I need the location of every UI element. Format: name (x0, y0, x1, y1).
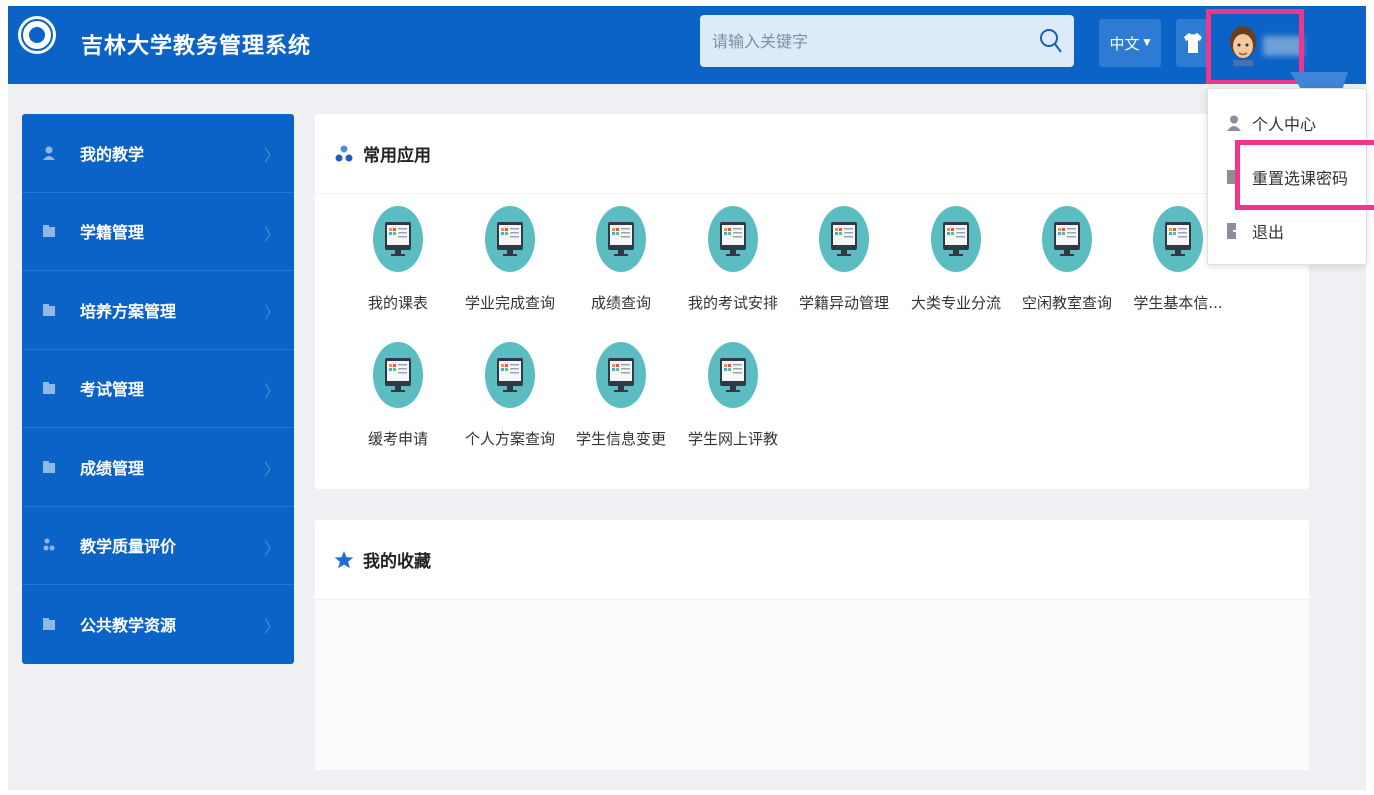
sidebar-item-label: 教学质量评价 (80, 537, 177, 557)
sidebar-item-status[interactable]: 学籍管理 〉 (22, 193, 294, 271)
computer-screen-icon (373, 342, 423, 408)
app-label: 成绩查询 (590, 294, 651, 312)
computer-screen-icon (596, 206, 646, 272)
app-label: 学生基本信... (1133, 294, 1223, 312)
menu-item-label: 退出 (1252, 223, 1285, 242)
app-label: 我的课表 (367, 294, 428, 312)
computer-screen-icon (1153, 206, 1203, 272)
app-label: 个人方案查询 (464, 430, 555, 448)
sidebar-item-exam[interactable]: 考试管理 〉 (22, 350, 294, 428)
favorites-panel: 我的收藏 (315, 520, 1309, 770)
computer-screen-icon (708, 342, 758, 408)
app-item[interactable]: 缓考申请 (343, 342, 453, 449)
app-item[interactable]: 个人方案查询 (455, 342, 565, 449)
logout-icon (1226, 222, 1242, 240)
menu-item-profile[interactable]: 个人中心 (1226, 111, 1316, 135)
chevron-right-icon: 〉 (263, 381, 280, 401)
sidebar-item-evaluation[interactable]: 教学质量评价 〉 (22, 507, 294, 585)
menu-item-label: 个人中心 (1252, 115, 1317, 134)
search-box (700, 15, 1074, 67)
favorites-title: 我的收藏 (363, 552, 431, 572)
computer-screen-icon (485, 342, 535, 408)
app-label: 大类专业分流 (910, 294, 1001, 312)
folder-icon (42, 303, 56, 317)
app-item[interactable]: 学业完成查询 (455, 206, 565, 313)
computer-screen-icon (373, 206, 423, 272)
sidebar-nav: 我的教学 〉 学籍管理 〉 培养方案管理 〉 考试管理 〉 成绩管理 〉 教学质… (22, 114, 294, 664)
user-icon (42, 146, 56, 160)
favorites-body (315, 600, 1309, 770)
menu-item-logout[interactable]: 退出 (1226, 219, 1284, 243)
sidebar-item-label: 学籍管理 (80, 223, 145, 243)
app-item[interactable]: 空闲教室查询 (1012, 206, 1122, 313)
sidebar-item-label: 考试管理 (80, 380, 145, 400)
sidebar-item-resources[interactable]: 公共教学资源 〉 (22, 585, 294, 664)
shirt-icon (1184, 33, 1202, 53)
sidebar-item-label: 我的教学 (80, 144, 145, 164)
computer-screen-icon (1042, 206, 1092, 272)
language-switch-button[interactable]: 中文 ▼ (1099, 19, 1161, 67)
app-item[interactable]: 大类专业分流 (901, 206, 1011, 313)
app-label: 学生信息变更 (575, 430, 666, 448)
app-item[interactable]: 我的课表 (343, 206, 453, 313)
computer-screen-icon (931, 206, 981, 272)
app-label: 学籍异动管理 (798, 294, 889, 312)
folder-icon (42, 460, 56, 474)
common-apps-header: 常用应用 (315, 114, 1309, 194)
language-label: 中文 (1109, 34, 1140, 53)
star-icon (333, 549, 355, 571)
university-logo (18, 16, 56, 54)
search-icon[interactable] (1038, 27, 1064, 55)
app-label: 空闲教室查询 (1021, 294, 1112, 312)
computer-screen-icon (596, 342, 646, 408)
user-icon (1226, 114, 1242, 132)
caret-down-icon: ▼ (1143, 38, 1151, 48)
reset-password-highlight-box (1235, 140, 1374, 210)
favorites-header: 我的收藏 (315, 520, 1309, 600)
chevron-right-icon: 〉 (263, 146, 280, 165)
chevron-right-icon: 〉 (263, 538, 280, 558)
sidebar-item-grades[interactable]: 成绩管理 〉 (22, 428, 294, 507)
app-label: 学生网上评教 (687, 430, 778, 448)
app-item[interactable]: 学籍异动管理 (789, 206, 899, 313)
chevron-right-icon: 〉 (263, 617, 280, 636)
chevron-right-icon: 〉 (263, 303, 280, 322)
sidebar-item-label: 成绩管理 (80, 458, 145, 478)
computer-screen-icon (708, 206, 758, 272)
sidebar-item-label: 培养方案管理 (80, 301, 177, 321)
sidebar-item-label: 公共教学资源 (80, 616, 177, 636)
system-title: 吉林大学教务管理系统 (81, 34, 312, 59)
common-apps-title: 常用应用 (363, 146, 431, 166)
chevron-right-icon: 〉 (263, 224, 280, 244)
top-header: 吉林大学教务管理系统 中文 ▼ (8, 6, 1366, 84)
app-item[interactable]: 我的考试安排 (678, 206, 788, 313)
apps-cluster-icon (333, 143, 355, 165)
app-item[interactable]: 成绩查询 (566, 206, 676, 313)
folder-icon (42, 224, 56, 238)
search-input[interactable] (700, 15, 1030, 67)
app-item[interactable]: 学生网上评教 (678, 342, 788, 449)
app-item[interactable]: 学生信息变更 (566, 342, 676, 449)
app-label: 我的考试安排 (687, 294, 778, 312)
folder-icon (42, 381, 56, 395)
theme-button[interactable] (1176, 19, 1210, 67)
computer-screen-icon (819, 206, 869, 272)
user-highlight-box (1206, 9, 1304, 85)
folder-icon (42, 617, 56, 631)
chevron-right-icon: 〉 (263, 460, 280, 479)
app-label: 缓考申请 (367, 430, 428, 448)
group-icon (42, 538, 56, 552)
app-label: 学业完成查询 (464, 294, 555, 312)
sidebar-item-teaching[interactable]: 我的教学 〉 (22, 114, 294, 193)
computer-screen-icon (485, 206, 535, 272)
common-apps-panel: 常用应用 我的课表 学业完成查询 成绩查询 我的考试安排 学籍异动管理 大类专业分流 空闲教… (315, 114, 1309, 489)
sidebar-item-program[interactable]: 培养方案管理 〉 (22, 271, 294, 350)
